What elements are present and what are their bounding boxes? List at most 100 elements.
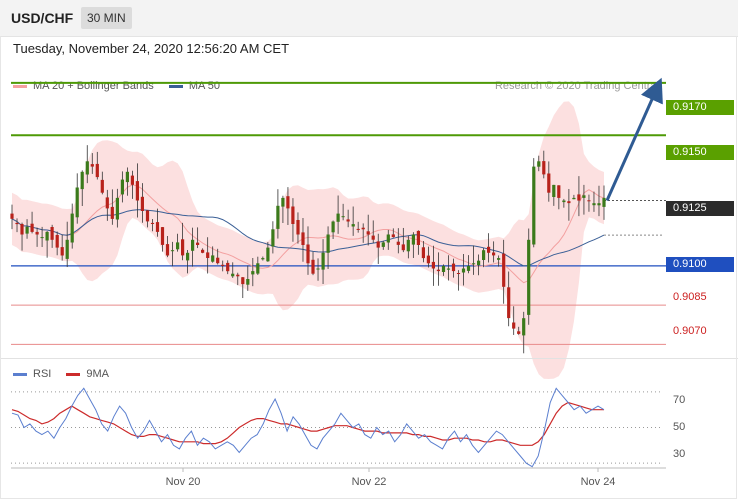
candle-body: [50, 227, 54, 240]
candle-body: [366, 231, 370, 235]
level-tag-current: 0.9125: [666, 201, 734, 216]
candle-body: [472, 263, 476, 265]
candle-body: [497, 258, 501, 260]
candle-body: [20, 224, 24, 235]
candle-body: [170, 250, 175, 252]
candle-body: [321, 252, 325, 270]
candle-body: [572, 197, 576, 200]
candle-body: [582, 195, 586, 198]
candle-body: [281, 197, 285, 207]
candle-body: [226, 262, 230, 272]
x-tick-nov22: Nov 22: [351, 476, 387, 488]
candle-body: [431, 261, 435, 269]
candle-body: [276, 205, 280, 229]
panel-separator: [0, 358, 738, 359]
candle-body: [507, 287, 511, 319]
rsi-ma-swatch: [66, 372, 81, 376]
candle-body: [482, 250, 486, 260]
candle-body: [216, 257, 220, 264]
legend-rsi: RSI: [13, 368, 51, 380]
candle-body: [512, 322, 516, 329]
candle-body: [246, 279, 250, 285]
candle-body: [206, 252, 210, 258]
candle-body: [40, 237, 44, 239]
candle-body: [110, 206, 114, 219]
candle-body: [597, 203, 601, 206]
candle-body: [296, 220, 300, 235]
rsi-panel: [11, 387, 666, 472]
candle-body: [191, 239, 195, 251]
candle-body: [537, 161, 541, 167]
level-tag-1: 0.9150: [666, 145, 734, 160]
level-tag-3: 0.9100: [666, 257, 734, 272]
candle-body: [95, 163, 99, 178]
candle-body: [181, 239, 185, 256]
legend-rsi-ma: 9MA: [66, 368, 109, 380]
candle-body: [256, 263, 260, 274]
candle-body: [336, 213, 340, 222]
candle-body: [557, 185, 561, 198]
candle-body: [326, 234, 330, 253]
candle-body: [401, 244, 405, 251]
candle-body: [381, 242, 385, 247]
candle-body: [286, 196, 290, 209]
rsi-legend: RSI 9MA: [13, 368, 121, 380]
candle-body: [201, 249, 205, 253]
candle-body: [155, 222, 160, 232]
candle-body: [492, 252, 496, 256]
candle-body: [436, 269, 440, 272]
candle-body: [567, 201, 571, 204]
rsi-tick-30: 30: [673, 448, 686, 460]
candle-body: [301, 232, 305, 245]
candle-body: [176, 242, 180, 250]
candle-body: [416, 230, 420, 245]
candle-body: [35, 231, 39, 235]
candle-body: [466, 265, 471, 271]
candle-body: [165, 244, 170, 256]
candle-body: [356, 228, 360, 230]
candle-body: [386, 234, 390, 243]
candle-body: [80, 171, 84, 190]
candle-body: [241, 277, 245, 285]
candle-body: [406, 239, 410, 252]
candle-body: [527, 239, 531, 315]
candle-body: [196, 242, 200, 245]
rsi-tick-70: 70: [673, 394, 686, 406]
candle-body: [552, 184, 556, 197]
price-chart: [10, 77, 666, 472]
candle-body: [85, 161, 89, 175]
forecast-arrow: [605, 77, 663, 202]
candle-body: [461, 268, 466, 273]
candle-body: [251, 271, 255, 275]
candle-body: [587, 200, 591, 202]
candle-body: [221, 264, 225, 266]
candle-body: [140, 196, 144, 211]
candle-body: [547, 173, 551, 193]
candle-body: [456, 273, 461, 274]
candle-body: [45, 231, 49, 241]
level-tag-0: 0.9170: [666, 100, 734, 115]
candle-body: [376, 241, 380, 248]
candle-body: [186, 252, 190, 261]
candle-body: [25, 226, 29, 234]
candle-body: [477, 260, 481, 266]
candle-body: [261, 258, 265, 260]
candle-body: [421, 247, 425, 259]
candle-body: [271, 229, 275, 247]
candle-body: [266, 247, 270, 262]
candle-body: [316, 268, 320, 270]
rsi-tick-50: 50: [673, 421, 686, 433]
level-label-4: 0.9085: [673, 291, 707, 303]
candle-body: [562, 200, 566, 203]
candle-body: [517, 331, 521, 334]
candle-body: [211, 255, 215, 262]
candle-body: [100, 179, 104, 193]
candle-body: [231, 273, 235, 277]
x-tick-nov24: Nov 24: [580, 476, 616, 488]
candle-body: [115, 197, 119, 220]
candle-body: [341, 216, 345, 218]
candle-body: [487, 246, 491, 253]
candle-body: [125, 171, 129, 183]
candle-body: [55, 235, 59, 248]
candle-body: [441, 265, 446, 272]
